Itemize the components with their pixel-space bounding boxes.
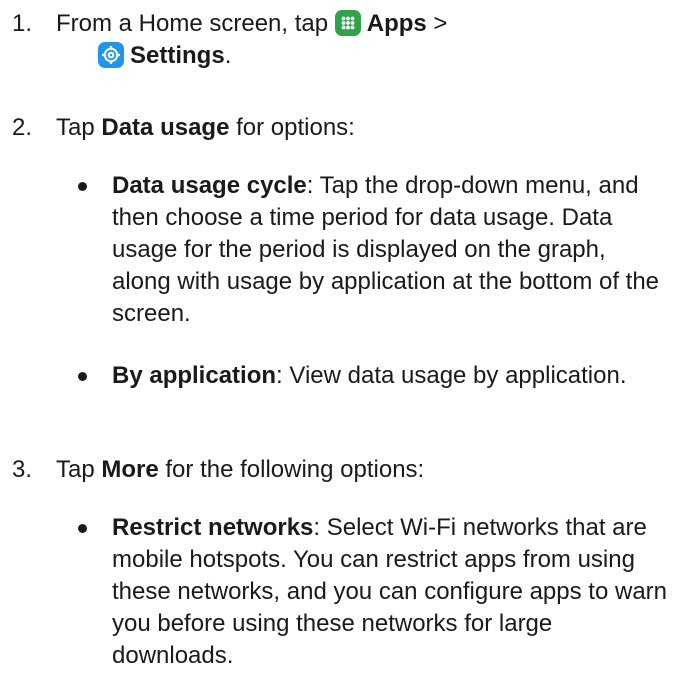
bullet-body: : View data usage by application. (276, 362, 627, 389)
step-1: 1. From a Home screen, tap Apps > Settin… (12, 8, 672, 72)
step-text: for the following options: (158, 456, 425, 483)
step-number: 1. (12, 10, 33, 37)
step-text: Tap (56, 456, 102, 483)
step-number: 2. (12, 114, 33, 141)
step-2-text: Tap Data usage for options: (56, 112, 672, 144)
step-text: From a Home screen, tap (56, 10, 335, 37)
step-text: Tap (56, 114, 102, 141)
bullet-by-application: By application: View data usage by appli… (78, 360, 668, 392)
apps-label: Apps (366, 10, 427, 37)
step-2: 2. Tap Data usage for options: (12, 112, 672, 144)
step-bold-term: More (101, 456, 159, 483)
settings-label: Settings (130, 42, 225, 69)
bullet-restrict-networks: Restrict networks: Select Wi-Fi networks… (78, 512, 668, 672)
instructions-page: 1. From a Home screen, tap Apps > Settin… (0, 0, 680, 675)
settings-gear-icon (98, 42, 124, 68)
bullet-dot (78, 182, 87, 191)
step-3: 3. Tap More for the following options: (12, 454, 672, 486)
bullet-title: Restrict networks (112, 514, 314, 541)
step-period: . (224, 42, 232, 69)
step-bold-term: Data usage (101, 114, 230, 141)
step-text: for options: (229, 114, 355, 141)
bullet-dot (78, 524, 87, 533)
step-number: 3. (12, 456, 33, 483)
step-3-text: Tap More for the following options: (56, 454, 672, 486)
bullet-dot (78, 372, 87, 381)
bullet-title: Data usage cycle (112, 172, 307, 199)
bullet-text: Data usage cycle: Tap the drop-down menu… (112, 170, 668, 330)
apps-grid-icon (334, 10, 361, 36)
bullet-text: By application: View data usage by appli… (112, 360, 668, 392)
step-1-text: From a Home screen, tap Apps > Settings. (56, 8, 672, 72)
bullet-text: Restrict networks: Select Wi-Fi networks… (112, 512, 668, 672)
menu-separator: > (426, 10, 448, 37)
bullet-title: By application (112, 362, 277, 389)
bullet-data-usage-cycle: Data usage cycle: Tap the drop-down menu… (78, 170, 668, 330)
